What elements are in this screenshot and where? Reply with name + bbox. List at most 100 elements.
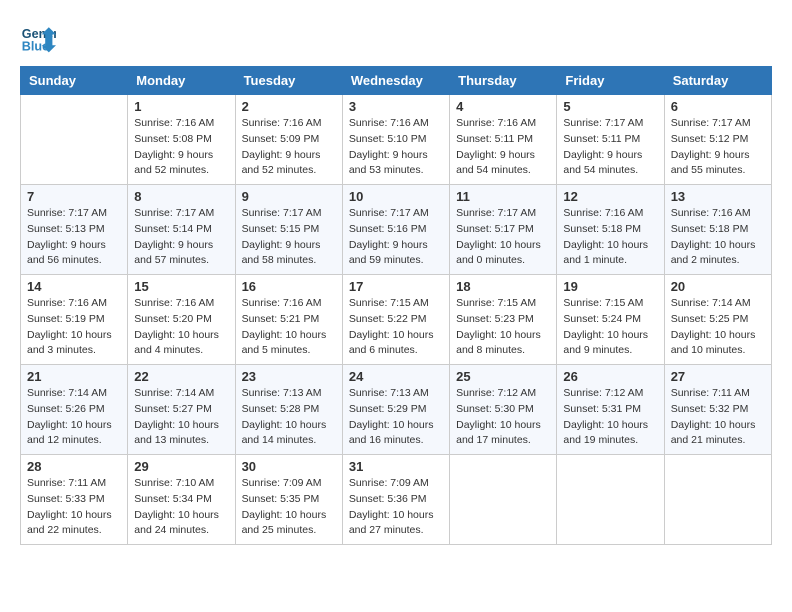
day-cell: 19 Sunrise: 7:15 AMSunset: 5:24 PMDayligh… [557,275,664,365]
day-cell: 8 Sunrise: 7:17 AMSunset: 5:14 PMDaylight… [128,185,235,275]
day-cell: 14 Sunrise: 7:16 AMSunset: 5:19 PMDayligh… [21,275,128,365]
day-cell [450,455,557,545]
day-info: Sunrise: 7:14 AMSunset: 5:25 PMDaylight:… [671,296,765,359]
day-number: 31 [349,459,443,474]
day-number: 28 [27,459,121,474]
day-cell: 26 Sunrise: 7:12 AMSunset: 5:31 PMDayligh… [557,365,664,455]
day-info: Sunrise: 7:11 AMSunset: 5:32 PMDaylight:… [671,386,765,449]
day-number: 27 [671,369,765,384]
day-number: 18 [456,279,550,294]
day-number: 19 [563,279,657,294]
day-header-sunday: Sunday [21,67,128,95]
day-cell: 13 Sunrise: 7:16 AMSunset: 5:18 PMDayligh… [664,185,771,275]
day-info: Sunrise: 7:12 AMSunset: 5:30 PMDaylight:… [456,386,550,449]
day-cell: 4Sunrise: 7:16 AMSunset: 5:11 PMDaylight… [450,95,557,185]
page-header: General Blue [20,20,772,56]
day-number: 16 [242,279,336,294]
day-cell [21,95,128,185]
day-cell: 9Sunrise: 7:17 AMSunset: 5:15 PMDaylight… [235,185,342,275]
day-info: Sunrise: 7:16 AMSunset: 5:09 PMDaylight:… [242,116,336,179]
day-cell: 31Sunrise: 7:09 AMSunset: 5:36 PMDayligh… [342,455,449,545]
day-info: Sunrise: 7:17 AMSunset: 5:16 PMDaylight:… [349,206,443,269]
day-info: Sunrise: 7:17 AMSunset: 5:11 PMDaylight:… [563,116,657,179]
day-number: 26 [563,369,657,384]
day-cell: 11Sunrise: 7:17 AMSunset: 5:17 PMDayligh… [450,185,557,275]
day-cell: 5 Sunrise: 7:17 AMSunset: 5:11 PMDaylight… [557,95,664,185]
day-number: 25 [456,369,550,384]
day-number: 20 [671,279,765,294]
day-cell: 25 Sunrise: 7:12 AMSunset: 5:30 PMDayligh… [450,365,557,455]
day-info: Sunrise: 7:16 AMSunset: 5:18 PMDaylight:… [671,206,765,269]
day-number: 10 [349,189,443,204]
day-header-monday: Monday [128,67,235,95]
day-cell: 16 Sunrise: 7:16 AMSunset: 5:21 PMDayligh… [235,275,342,365]
day-number: 14 [27,279,121,294]
day-header-thursday: Thursday [450,67,557,95]
day-cell: 12 Sunrise: 7:16 AMSunset: 5:18 PMDayligh… [557,185,664,275]
day-cell: 29Sunrise: 7:10 AMSunset: 5:34 PMDayligh… [128,455,235,545]
day-info: Sunrise: 7:17 AMSunset: 5:12 PMDaylight:… [671,116,765,179]
day-info: Sunrise: 7:16 AMSunset: 5:10 PMDaylight:… [349,116,443,179]
day-cell: 23 Sunrise: 7:13 AMSunset: 5:28 PMDayligh… [235,365,342,455]
day-info: Sunrise: 7:16 AMSunset: 5:19 PMDaylight:… [27,296,121,359]
day-cell [664,455,771,545]
day-cell: 27 Sunrise: 7:11 AMSunset: 5:32 PMDayligh… [664,365,771,455]
day-cell: 2 Sunrise: 7:16 AMSunset: 5:09 PMDaylight… [235,95,342,185]
day-info: Sunrise: 7:17 AMSunset: 5:14 PMDaylight:… [134,206,228,269]
day-number: 6 [671,99,765,114]
day-info: Sunrise: 7:14 AMSunset: 5:27 PMDaylight:… [134,386,228,449]
day-header-wednesday: Wednesday [342,67,449,95]
day-number: 9 [242,189,336,204]
calendar-table: SundayMondayTuesdayWednesdayThursdayFrid… [20,66,772,545]
header-row: SundayMondayTuesdayWednesdayThursdayFrid… [21,67,772,95]
day-cell: 15 Sunrise: 7:16 AMSunset: 5:20 PMDayligh… [128,275,235,365]
day-info: Sunrise: 7:17 AMSunset: 5:17 PMDaylight:… [456,206,550,269]
day-cell: 28 Sunrise: 7:11 AMSunset: 5:33 PMDayligh… [21,455,128,545]
day-info: Sunrise: 7:15 AMSunset: 5:24 PMDaylight:… [563,296,657,359]
day-header-friday: Friday [557,67,664,95]
day-number: 5 [563,99,657,114]
day-cell: 6 Sunrise: 7:17 AMSunset: 5:12 PMDaylight… [664,95,771,185]
day-cell: 3Sunrise: 7:16 AMSunset: 5:10 PMDaylight… [342,95,449,185]
day-number: 7 [27,189,121,204]
week-row-1: 1Sunrise: 7:16 AMSunset: 5:08 PMDaylight… [21,95,772,185]
week-row-4: 21 Sunrise: 7:14 AMSunset: 5:26 PMDayligh… [21,365,772,455]
day-number: 15 [134,279,228,294]
week-row-5: 28 Sunrise: 7:11 AMSunset: 5:33 PMDayligh… [21,455,772,545]
day-number: 21 [27,369,121,384]
day-info: Sunrise: 7:15 AMSunset: 5:22 PMDaylight:… [349,296,443,359]
day-info: Sunrise: 7:13 AMSunset: 5:28 PMDaylight:… [242,386,336,449]
day-header-saturday: Saturday [664,67,771,95]
day-info: Sunrise: 7:12 AMSunset: 5:31 PMDaylight:… [563,386,657,449]
logo-icon: General Blue [20,20,56,56]
day-number: 13 [671,189,765,204]
day-cell: 7Sunrise: 7:17 AMSunset: 5:13 PMDaylight… [21,185,128,275]
day-cell: 30 Sunrise: 7:09 AMSunset: 5:35 PMDayligh… [235,455,342,545]
day-cell: 24 Sunrise: 7:13 AMSunset: 5:29 PMDayligh… [342,365,449,455]
day-info: Sunrise: 7:16 AMSunset: 5:18 PMDaylight:… [563,206,657,269]
day-info: Sunrise: 7:16 AMSunset: 5:20 PMDaylight:… [134,296,228,359]
day-number: 24 [349,369,443,384]
day-number: 8 [134,189,228,204]
day-cell: 20 Sunrise: 7:14 AMSunset: 5:25 PMDayligh… [664,275,771,365]
day-info: Sunrise: 7:09 AMSunset: 5:35 PMDaylight:… [242,476,336,539]
day-info: Sunrise: 7:14 AMSunset: 5:26 PMDaylight:… [27,386,121,449]
day-number: 22 [134,369,228,384]
week-row-3: 14 Sunrise: 7:16 AMSunset: 5:19 PMDayligh… [21,275,772,365]
day-number: 12 [563,189,657,204]
day-number: 2 [242,99,336,114]
day-info: Sunrise: 7:13 AMSunset: 5:29 PMDaylight:… [349,386,443,449]
day-info: Sunrise: 7:10 AMSunset: 5:34 PMDaylight:… [134,476,228,539]
day-number: 4 [456,99,550,114]
day-header-tuesday: Tuesday [235,67,342,95]
day-number: 23 [242,369,336,384]
logo: General Blue [20,20,56,56]
day-info: Sunrise: 7:16 AMSunset: 5:21 PMDaylight:… [242,296,336,359]
day-cell [557,455,664,545]
day-info: Sunrise: 7:15 AMSunset: 5:23 PMDaylight:… [456,296,550,359]
day-cell: 10 Sunrise: 7:17 AMSunset: 5:16 PMDayligh… [342,185,449,275]
day-number: 30 [242,459,336,474]
day-cell: 18 Sunrise: 7:15 AMSunset: 5:23 PMDayligh… [450,275,557,365]
day-number: 17 [349,279,443,294]
day-info: Sunrise: 7:11 AMSunset: 5:33 PMDaylight:… [27,476,121,539]
